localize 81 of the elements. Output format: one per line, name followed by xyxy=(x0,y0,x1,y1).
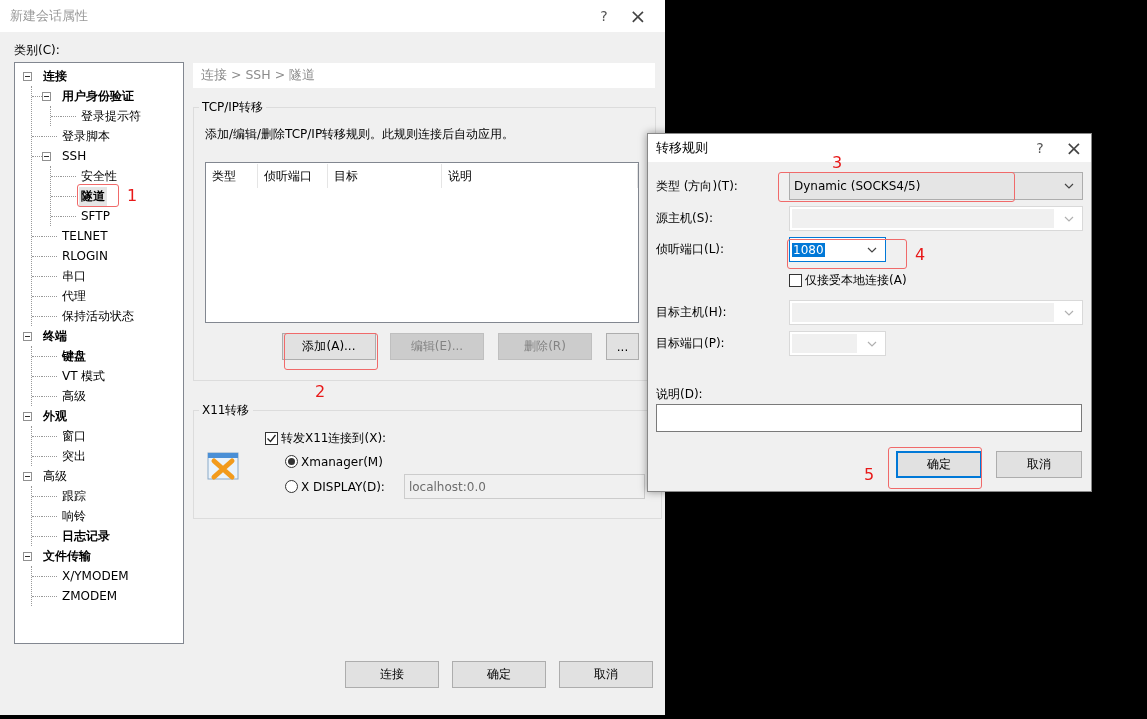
description-field[interactable] xyxy=(656,404,1082,432)
checkbox-label: 转发X11连接到(X): xyxy=(281,429,387,447)
collapse-icon[interactable] xyxy=(42,91,51,101)
checkbox[interactable] xyxy=(265,431,278,445)
group-title: X11转移 xyxy=(201,402,251,419)
collapse-icon[interactable] xyxy=(23,331,32,341)
radio-label: Xmanager(M) xyxy=(301,454,383,469)
tree-item[interactable]: 登录脚本 xyxy=(60,126,112,146)
tree-item[interactable]: 串口 xyxy=(60,266,88,286)
radio-button[interactable] xyxy=(285,455,298,468)
tree-item[interactable]: 跟踪 xyxy=(60,486,88,506)
chevron-down-icon[interactable] xyxy=(867,246,877,253)
step-number: 5 xyxy=(864,465,875,484)
tree-item[interactable]: RLOGIN xyxy=(60,248,110,264)
field-label: 说明(D): xyxy=(656,385,704,403)
radio-label: X DISPLAY(D): xyxy=(301,479,385,494)
close-button[interactable]: × xyxy=(621,4,655,28)
type-dropdown[interactable]: Dynamic (SOCKS4/5) xyxy=(789,172,1083,200)
tree-item[interactable]: 用户身份验证 xyxy=(60,86,136,106)
checkbox[interactable] xyxy=(789,273,802,287)
tree-item[interactable]: VT 模式 xyxy=(60,366,108,386)
checkbox-label: 仅接受本地连接(A) xyxy=(805,271,907,289)
dialog-button[interactable]: 连接 xyxy=(345,661,439,688)
collapse-icon[interactable] xyxy=(23,411,32,421)
column-header[interactable]: 目标 xyxy=(328,164,442,188)
tree-item[interactable]: SFTP xyxy=(79,208,112,224)
step-number: 3 xyxy=(832,153,843,172)
column-header[interactable]: 类型 xyxy=(206,164,258,188)
collapse-icon[interactable] xyxy=(23,551,32,561)
tree-item[interactable]: 日志记录 xyxy=(60,526,112,546)
dialog-button[interactable]: 确定 xyxy=(452,661,546,688)
radio-button[interactable] xyxy=(285,480,298,493)
window-title: 新建会话属性 xyxy=(10,7,89,25)
rule-button[interactable]: 添加(A)... xyxy=(282,333,376,360)
tree-item[interactable]: 窗口 xyxy=(60,426,88,446)
tree-item[interactable]: 高级 xyxy=(41,466,69,486)
field-label: 源主机(S): xyxy=(656,210,715,227)
highlight-frame xyxy=(77,184,119,207)
help-button[interactable]: ? xyxy=(1023,140,1057,156)
tree-item[interactable]: 连接 xyxy=(41,66,69,86)
dialog-button[interactable]: 取消 xyxy=(559,661,653,688)
tree-item[interactable]: 终端 xyxy=(41,326,69,346)
category-label: 类别(C): xyxy=(14,42,61,59)
dialog-button[interactable]: 取消 xyxy=(996,451,1082,478)
tree-item[interactable]: 响铃 xyxy=(60,506,88,526)
tree-item[interactable]: 安全性 xyxy=(79,166,119,186)
chevron-down-icon[interactable] xyxy=(1064,183,1074,189)
collapse-icon[interactable] xyxy=(23,71,32,81)
tree-item[interactable]: 保持活动状态 xyxy=(60,306,136,326)
tree-item[interactable]: ZMODEM xyxy=(60,588,120,604)
tree-item[interactable]: 外观 xyxy=(41,406,69,426)
tree-item[interactable]: 高级 xyxy=(60,386,88,406)
collapse-icon[interactable] xyxy=(42,151,51,161)
tree-item[interactable]: 突出 xyxy=(60,446,88,466)
column-header[interactable]: 说明 xyxy=(442,164,638,188)
tree-item[interactable]: SSH xyxy=(60,148,89,164)
combo-field[interactable]: 1080 xyxy=(789,237,886,262)
close-button[interactable]: × xyxy=(1057,136,1091,160)
collapse-icon[interactable] xyxy=(23,471,32,481)
tree-item[interactable]: 隧道 xyxy=(79,186,107,206)
description-text: 添加/编辑/删除TCP/IP转移规则。此规则连接后自动应用。 xyxy=(205,126,516,143)
step-number: 1 xyxy=(127,186,138,205)
dialog-title: 转移规则 xyxy=(656,139,709,157)
column-header[interactable]: 侦听端口 xyxy=(258,164,328,188)
dialog-button[interactable]: 确定 xyxy=(896,451,982,478)
breadcrumb: 连接 > SSH > 隧道 xyxy=(193,63,655,88)
group-title: TCP/IP转移 xyxy=(201,99,265,116)
field-label: 目标端口(P): xyxy=(656,335,726,352)
tree-item[interactable]: 文件传输 xyxy=(41,546,93,566)
field-label: 目标主机(H): xyxy=(656,304,728,321)
tree-item[interactable]: X/YMODEM xyxy=(60,568,131,584)
field-label: 类型 (方向)(T): xyxy=(656,177,739,195)
tree-item[interactable]: 登录提示符 xyxy=(79,106,143,126)
step-number: 4 xyxy=(915,245,926,264)
tree-item[interactable]: TELNET xyxy=(60,228,110,244)
help-button[interactable]: ? xyxy=(587,8,621,24)
rule-button[interactable]: ... xyxy=(606,333,639,360)
field-label: 侦听端口(L): xyxy=(656,241,726,258)
tree-item[interactable]: 代理 xyxy=(60,286,88,306)
step-number: 2 xyxy=(315,382,326,401)
tree-item[interactable]: 键盘 xyxy=(60,346,88,366)
